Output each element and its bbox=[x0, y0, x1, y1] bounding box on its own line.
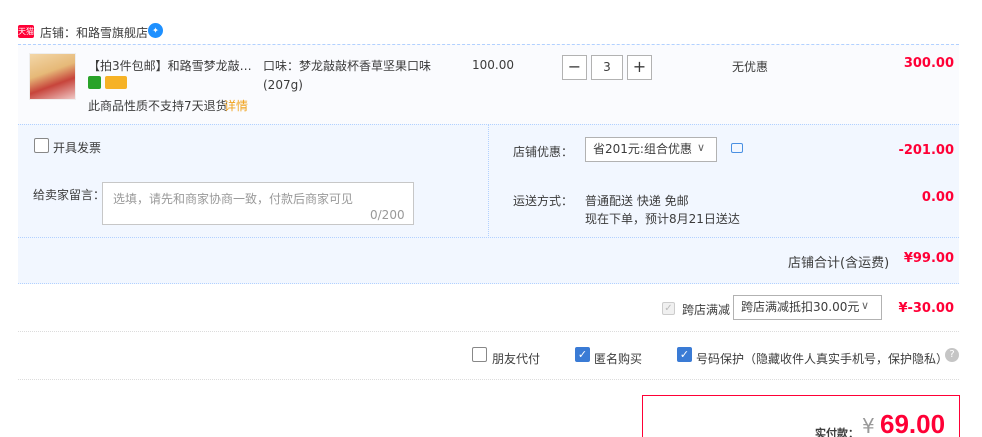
no-return-notice: 此商品性质不支持7天退货 bbox=[88, 99, 228, 113]
number-protect-label[interactable]: 号码保护（隐藏收件人真实手机号，保护隐私） bbox=[696, 350, 948, 367]
detail-link[interactable]: 详情 bbox=[224, 97, 248, 114]
quantity-decrease-button[interactable]: − bbox=[562, 55, 587, 80]
product-spec: 口味：梦龙敲敲杯香草坚果口味(207g) bbox=[263, 59, 432, 92]
wangwang-chat-icon[interactable]: ✦ bbox=[148, 23, 163, 38]
message-placeholder: 选填，请先和商家协商一致，付款后商家可见 bbox=[113, 192, 354, 206]
tmall-badge-icon: 天猫 bbox=[18, 25, 34, 38]
product-image[interactable] bbox=[29, 53, 76, 100]
payment-label: 实付款： bbox=[815, 427, 859, 437]
cross-store-label: 跨店满减 bbox=[682, 303, 731, 317]
shop-promo-label: 店铺优惠： bbox=[513, 145, 574, 159]
shipping-eta: 现在下单，预计8月21日送达 bbox=[585, 212, 740, 226]
promo-info-icon[interactable] bbox=[731, 143, 743, 153]
cross-store-checkbox[interactable]: ✓ bbox=[662, 302, 675, 315]
shipping-method: 普通配送 快递 免邮 bbox=[585, 194, 689, 208]
credit-card-icon bbox=[105, 76, 127, 89]
service-badge-icon bbox=[88, 76, 101, 89]
product-title[interactable]: 【拍3件包邮】和路雪梦龙敲敲杯香草坚果口味 bbox=[88, 57, 256, 74]
help-icon[interactable]: ? bbox=[945, 348, 959, 362]
unit-price: 100.00 bbox=[472, 58, 514, 72]
divider bbox=[18, 331, 959, 332]
number-protect-checkbox[interactable]: ✓ bbox=[677, 347, 692, 362]
shop-total-value: ¥99.00 bbox=[903, 251, 954, 266]
payment-amount: 69.00 bbox=[880, 409, 946, 437]
friend-pay-label[interactable]: 朋友代付 bbox=[492, 350, 540, 367]
payment-currency: ¥ bbox=[862, 414, 875, 437]
shipping-amount: 0.00 bbox=[921, 190, 954, 205]
invoice-checkbox[interactable] bbox=[34, 138, 49, 153]
item-discount: 无优惠 bbox=[732, 60, 769, 74]
chevron-down-icon[interactable]: ∨ bbox=[697, 141, 705, 154]
quantity-increase-button[interactable]: + bbox=[627, 55, 652, 80]
cross-store-select[interactable]: 跨店满减抵扣30.00元 bbox=[733, 295, 882, 320]
message-label: 给卖家留言： bbox=[33, 188, 106, 202]
anonymous-purchase-checkbox[interactable]: ✓ bbox=[575, 347, 590, 362]
shop-promo-amount: -201.00 bbox=[898, 143, 954, 158]
message-char-count: 0/200 bbox=[370, 208, 405, 222]
divider bbox=[18, 237, 959, 238]
item-subtotal: 300.00 bbox=[903, 56, 954, 71]
shop-total-label: 店铺合计(含运费) bbox=[788, 256, 890, 271]
chevron-down-icon[interactable]: ∨ bbox=[861, 299, 869, 312]
cross-store-amount: ¥-30.00 bbox=[898, 301, 954, 316]
invoice-label[interactable]: 开具发票 bbox=[53, 139, 101, 156]
friend-pay-checkbox[interactable] bbox=[472, 347, 487, 362]
quantity-input[interactable]: 3 bbox=[591, 55, 623, 80]
divider bbox=[18, 379, 959, 380]
anonymous-purchase-label[interactable]: 匿名购买 bbox=[594, 350, 642, 367]
shipping-label: 运送方式： bbox=[513, 194, 574, 208]
shop-name[interactable]: 店铺：和路雪旗舰店 bbox=[40, 24, 148, 41]
